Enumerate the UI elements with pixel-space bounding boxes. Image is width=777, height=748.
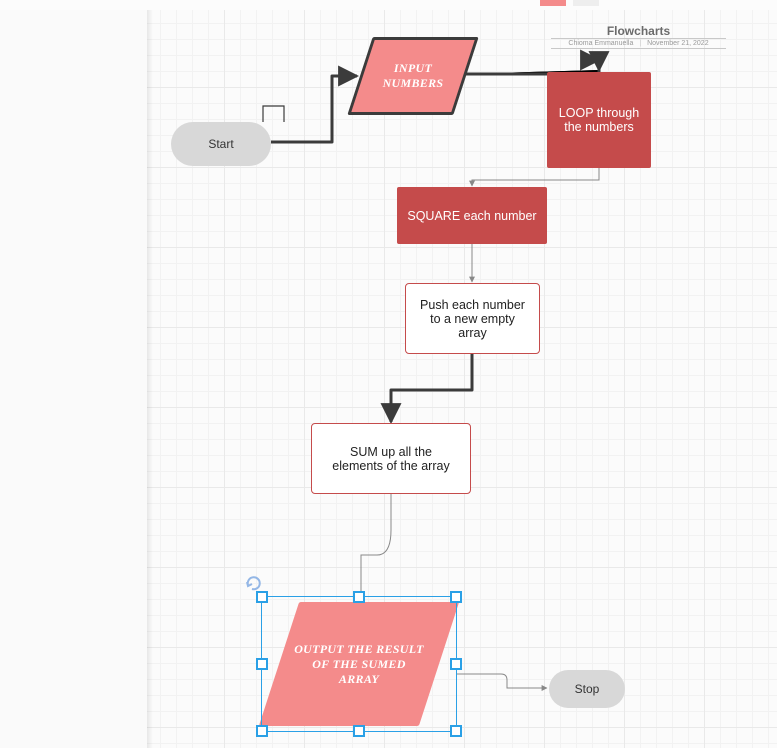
doc-author: Chioma Emmanuella (568, 40, 633, 47)
node-push-label: Push each number to a new empty array (418, 298, 527, 340)
resize-handle-w[interactable] (256, 658, 268, 670)
doc-date: November 21, 2022 (647, 40, 708, 47)
canvas-left-shadow (147, 10, 153, 748)
node-stop[interactable]: Stop (549, 670, 625, 708)
node-push[interactable]: Push each number to a new empty array (405, 283, 540, 354)
doc-title-block: Flowcharts Chioma Emmanuella | November … (551, 24, 726, 49)
doc-byline: Chioma Emmanuella | November 21, 2022 (551, 38, 726, 49)
node-start-label: Start (208, 137, 233, 151)
node-loop[interactable]: LOOP through the numbers (547, 72, 651, 168)
byline-separator: | (639, 40, 641, 47)
node-input-label: INPUT NUMBERS (360, 61, 466, 91)
resize-handle-e[interactable] (450, 658, 462, 670)
node-stop-label: Stop (575, 682, 600, 696)
diagram-canvas[interactable]: Flowcharts Chioma Emmanuella | November … (147, 10, 777, 748)
side-panel (0, 10, 148, 748)
doc-title: Flowcharts (551, 24, 726, 38)
resize-handle-s[interactable] (353, 725, 365, 737)
node-input[interactable]: INPUT NUMBERS (360, 37, 466, 115)
node-square-label: SQUARE each number (407, 209, 536, 223)
node-sum-label: SUM up all the elements of the array (324, 445, 458, 473)
color-swatch-salmon[interactable] (540, 0, 566, 6)
resize-handle-sw[interactable] (256, 725, 268, 737)
node-start[interactable]: Start (171, 122, 271, 166)
resize-handle-se[interactable] (450, 725, 462, 737)
connectors-layer (147, 10, 777, 748)
resize-handle-ne[interactable] (450, 591, 462, 603)
color-swatch-hatch[interactable] (573, 0, 599, 6)
node-square[interactable]: SQUARE each number (397, 187, 547, 244)
node-loop-label: LOOP through the numbers (557, 106, 641, 134)
node-output-label: OUTPUT THE RESULT OF THE SUMED ARRAY (279, 642, 439, 687)
node-sum[interactable]: SUM up all the elements of the array (311, 423, 471, 494)
resize-handle-n[interactable] (353, 591, 365, 603)
rotate-handle[interactable] (244, 573, 264, 593)
app-viewport: Flowcharts Chioma Emmanuella | November … (0, 0, 777, 748)
